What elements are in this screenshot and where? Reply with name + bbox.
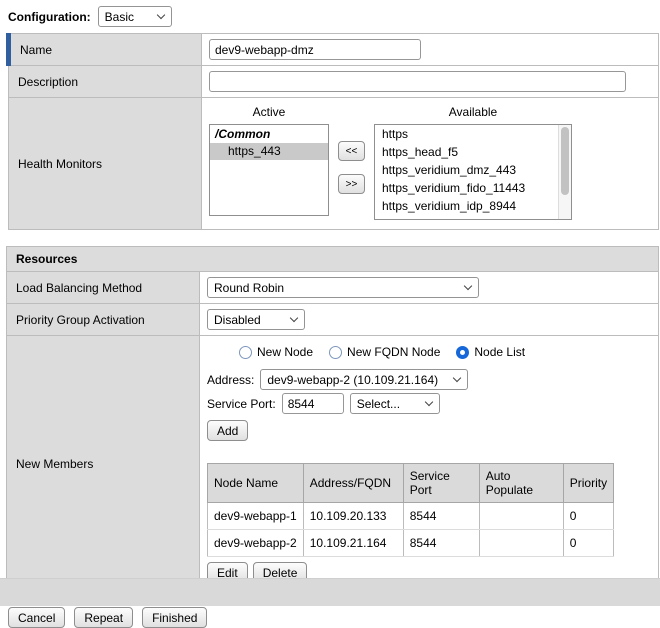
health-monitors-label: Health Monitors — [9, 98, 202, 230]
service-port-input[interactable] — [282, 393, 344, 414]
repeat-button[interactable]: Repeat — [74, 607, 133, 628]
list-scrollbar[interactable] — [558, 125, 571, 219]
node-name-header: Node Name — [208, 464, 304, 503]
priority-header: Priority — [563, 464, 613, 503]
members-header-row: Node Name Address/FQDN Service Port Auto… — [208, 464, 614, 503]
scrollbar-thumb[interactable] — [561, 127, 569, 195]
cancel-button[interactable]: Cancel — [8, 607, 65, 628]
monitor-item[interactable]: https_veridium_idp_8944 — [375, 197, 571, 215]
load-balancing-select[interactable]: Round Robin — [207, 277, 479, 298]
radio-icon — [329, 346, 342, 359]
service-port-field-row: Service Port: Select... — [207, 393, 651, 414]
members-table: Node Name Address/FQDN Service Port Auto… — [207, 463, 614, 557]
configuration-select-wrap: Basic — [98, 6, 172, 27]
member-port: 8544 — [403, 503, 479, 530]
member-address: 10.109.20.133 — [303, 503, 403, 530]
name-label: Name — [9, 34, 202, 66]
monitor-item[interactable]: https — [375, 125, 571, 143]
new-node-radio-label: New Node — [257, 345, 313, 359]
member-priority: 0 — [563, 503, 613, 530]
health-monitors-row: Health Monitors Active /Common https_443… — [9, 98, 659, 230]
radio-icon — [239, 346, 252, 359]
new-fqdn-node-radio[interactable]: New FQDN Node — [329, 345, 440, 359]
service-port-label: Service Port: — [207, 397, 276, 411]
address-label: Address: — [207, 373, 254, 387]
node-list-radio-label: Node List — [474, 345, 525, 359]
member-port: 8544 — [403, 530, 479, 557]
address-fqdn-header: Address/FQDN — [303, 464, 403, 503]
active-list-header: Active — [209, 105, 329, 124]
new-node-radio[interactable]: New Node — [239, 345, 313, 359]
member-auto-populate — [479, 530, 563, 557]
new-members-label: New Members — [7, 336, 200, 592]
description-label: Description — [9, 66, 202, 98]
priority-group-select-wrap: Disabled — [207, 309, 305, 330]
finished-button[interactable]: Finished — [142, 607, 207, 628]
move-to-active-button[interactable]: << — [338, 141, 365, 161]
priority-group-select[interactable]: Disabled — [207, 309, 305, 330]
health-monitors-dual-list: Active /Common https_443 << >> Available — [209, 103, 651, 224]
address-field-row: Address: dev9-webapp-2 (10.109.21.164) — [207, 369, 651, 390]
new-members-row: New Members New Node New FQDN Node Node … — [7, 336, 659, 592]
monitor-item[interactable]: https_head_f5 — [375, 143, 571, 161]
load-balancing-select-wrap: Round Robin — [207, 277, 479, 298]
description-row: Description — [9, 66, 659, 98]
name-input[interactable] — [209, 39, 421, 60]
address-select[interactable]: dev9-webapp-2 (10.109.21.164) — [260, 369, 468, 390]
page-footer-strip — [0, 578, 660, 606]
port-select-wrap: Select... — [350, 393, 440, 414]
radio-icon — [456, 346, 469, 359]
member-node-name: dev9-webapp-2 — [208, 530, 304, 557]
port-select[interactable]: Select... — [350, 393, 440, 414]
available-monitors-listbox[interactable]: https https_head_f5 https_veridium_dmz_4… — [374, 124, 572, 220]
monitor-item[interactable]: https_veridium_fido_11443 — [375, 179, 571, 197]
member-node-name: dev9-webapp-1 — [208, 503, 304, 530]
resources-section-header: Resources — [6, 246, 659, 271]
active-monitors-listbox[interactable]: /Common https_443 — [209, 124, 329, 216]
priority-group-label: Priority Group Activation — [7, 304, 200, 336]
member-address: 10.109.21.164 — [303, 530, 403, 557]
add-button[interactable]: Add — [207, 420, 248, 441]
member-auto-populate — [479, 503, 563, 530]
general-properties-table: Name Description Health Monitors Active … — [6, 33, 659, 230]
load-balancing-label: Load Balancing Method — [7, 272, 200, 304]
node-list-radio[interactable]: Node List — [456, 345, 525, 359]
resources-table: Load Balancing Method Round Robin Priori… — [6, 271, 659, 592]
pool-configuration-page: Configuration: Basic Name Description He… — [0, 0, 660, 628]
address-select-wrap: dev9-webapp-2 (10.109.21.164) — [260, 369, 468, 390]
monitor-item-selected[interactable]: https_443 — [210, 143, 328, 160]
move-to-available-button[interactable]: >> — [338, 174, 365, 194]
configuration-select[interactable]: Basic — [98, 6, 172, 27]
member-row: dev9-webapp-2 10.109.21.164 8544 0 — [208, 530, 614, 557]
move-buttons: << >> — [338, 141, 365, 194]
member-row: dev9-webapp-1 10.109.20.133 8544 0 — [208, 503, 614, 530]
monitor-item[interactable]: https_veridium_dmz_443 — [375, 161, 571, 179]
member-type-radio-group: New Node New FQDN Node Node List — [207, 341, 651, 366]
auto-populate-header: Auto Populate — [479, 464, 563, 503]
description-input[interactable] — [209, 71, 626, 92]
service-port-header: Service Port — [403, 464, 479, 503]
available-list-header: Available — [374, 105, 572, 124]
configuration-label: Configuration: — [8, 10, 91, 24]
member-priority: 0 — [563, 530, 613, 557]
name-row: Name — [9, 34, 659, 66]
priority-group-row: Priority Group Activation Disabled — [7, 304, 659, 336]
form-actions: Cancel Repeat Finished — [8, 607, 660, 628]
partition-group-label: /Common — [210, 125, 328, 143]
load-balancing-row: Load Balancing Method Round Robin — [7, 272, 659, 304]
configuration-bar: Configuration: Basic — [0, 0, 660, 33]
new-fqdn-node-radio-label: New FQDN Node — [347, 345, 440, 359]
